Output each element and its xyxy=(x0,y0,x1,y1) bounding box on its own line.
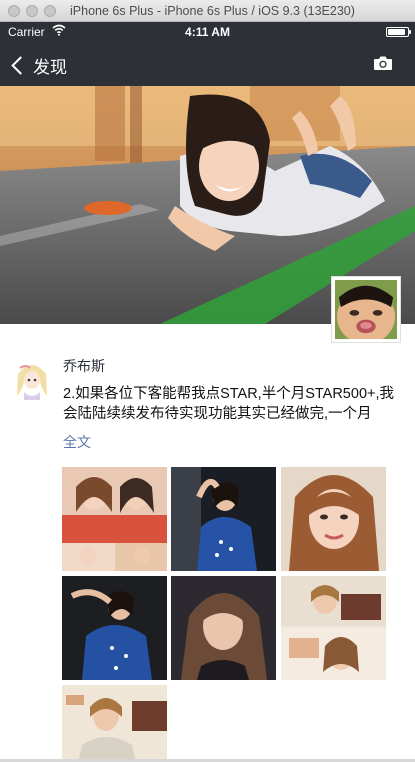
chevron-left-icon xyxy=(11,55,30,75)
status-bar: Carrier 4:11 AM xyxy=(0,22,415,42)
clock: 4:11 AM xyxy=(185,25,230,39)
post-photo-5[interactable] xyxy=(171,576,276,680)
expand-full-text-link[interactable]: 全文 xyxy=(63,432,91,452)
profile-avatar[interactable] xyxy=(331,276,401,344)
post-photo-4[interactable] xyxy=(62,576,167,680)
window-title: iPhone 6s Plus - iPhone 6s Plus / iOS 9.… xyxy=(70,4,355,18)
post-photo-6[interactable] xyxy=(281,576,386,680)
app-header: Carrier 4:11 AM 发现 xyxy=(0,22,415,86)
photo-thumbnail xyxy=(62,685,167,762)
photo-thumbnail xyxy=(171,467,276,571)
back-label: 发现 xyxy=(33,57,67,77)
photo-thumbnail xyxy=(281,467,386,571)
post-text: 2.如果各位下客能帮我点STAR,半个月STAR500+,我会陆陆续续发布待实现… xyxy=(63,386,394,422)
post-photo-1[interactable] xyxy=(62,467,167,571)
author-avatar[interactable] xyxy=(14,358,50,400)
camera-icon[interactable] xyxy=(373,55,393,71)
back-button[interactable]: 发现 xyxy=(10,51,67,79)
photo-thumbnail xyxy=(171,576,276,680)
photo-thumbnail xyxy=(281,576,386,680)
battery-icon xyxy=(386,27,411,37)
photo-thumbnail xyxy=(62,576,167,680)
close-window-button[interactable] xyxy=(8,5,20,17)
post-photo-2[interactable] xyxy=(171,467,276,571)
photo-thumbnail xyxy=(62,467,167,571)
simulator-titlebar: iPhone 6s Plus - iPhone 6s Plus / iOS 9.… xyxy=(0,0,415,22)
author-name[interactable]: 乔布斯 xyxy=(63,356,105,376)
profile-avatar-photo xyxy=(335,280,397,344)
battery-level xyxy=(388,29,406,35)
post-photo-7[interactable] xyxy=(62,685,167,762)
post-photo-3[interactable] xyxy=(281,467,386,571)
minimize-window-button[interactable] xyxy=(26,5,38,17)
zoom-window-button[interactable] xyxy=(44,5,56,17)
